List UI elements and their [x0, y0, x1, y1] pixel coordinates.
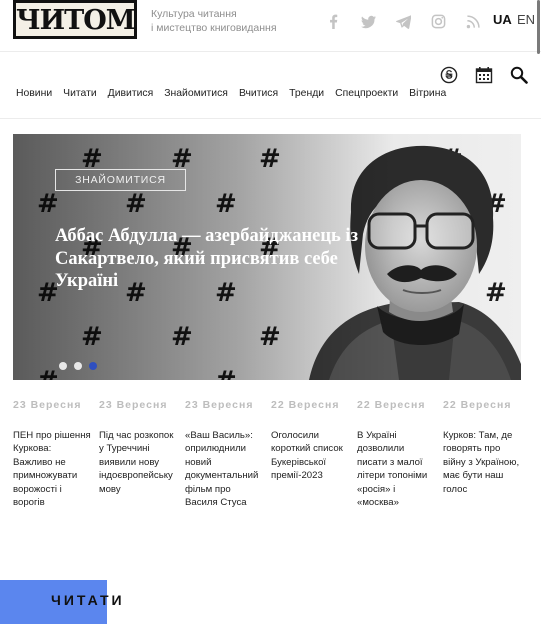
nav-item-showcase[interactable]: Вітрина: [409, 88, 446, 99]
hero-category-badge[interactable]: ЗНАЙОМИТИСЯ: [55, 169, 186, 191]
site-logo[interactable]: ЧИТОМО: [13, 0, 137, 39]
search-button[interactable]: [510, 66, 528, 84]
slider-dot-2[interactable]: [74, 362, 82, 370]
nav-item-learn[interactable]: Вчитися: [239, 88, 278, 99]
news-title[interactable]: Оголосили короткий список Букерівської п…: [271, 429, 357, 483]
news-item[interactable]: 22 Вересня В Україні дозволили писати з …: [357, 399, 443, 509]
telegram-link[interactable]: [386, 10, 421, 32]
news-date: 22 Вересня: [443, 399, 512, 411]
news-date: 23 Вересня: [99, 399, 168, 411]
telegram-icon: [396, 14, 411, 29]
news-date: 23 Вересня: [13, 399, 82, 411]
nav-item-meet[interactable]: Знайомитися: [164, 88, 228, 99]
logo-text: ЧИТОМО: [16, 5, 137, 36]
news-item[interactable]: 22 Вересня Курков: Там, де говорять про …: [443, 399, 529, 509]
nav-item-news[interactable]: Новини: [16, 88, 52, 99]
language-ua[interactable]: UA: [493, 12, 512, 27]
news-date: 23 Вересня: [185, 399, 254, 411]
tagline-line-1: Культура читання: [151, 8, 237, 20]
news-item[interactable]: 22 Вересня Оголосили короткий список Бук…: [271, 399, 357, 509]
scrollbar-thumb[interactable]: [537, 0, 540, 54]
slider-dot-3-active[interactable]: [89, 362, 97, 370]
news-title[interactable]: ПЕН про рішення Куркова: Важливо не прим…: [13, 429, 99, 509]
news-title[interactable]: «Ваш Василь»: оприлюднили новий документ…: [185, 429, 271, 509]
twitter-link[interactable]: [351, 10, 386, 32]
calendar-button[interactable]: [475, 66, 493, 84]
news-item[interactable]: 23 Вересня ПЕН про рішення Куркова: Важл…: [13, 399, 99, 509]
calendar-icon: [475, 67, 493, 84]
news-title[interactable]: Під час розкопок у Туреччині виявили нов…: [99, 429, 185, 496]
donate-button[interactable]: [440, 66, 458, 84]
tagline-line-2: і мистецтво книговидання: [151, 22, 277, 34]
slider-dot-1[interactable]: [59, 362, 67, 370]
news-item[interactable]: 23 Вересня «Ваш Василь»: оприлюднили нов…: [185, 399, 271, 509]
news-date: 22 Вересня: [357, 399, 426, 411]
news-item[interactable]: 23 Вересня Під час розкопок у Туреччині …: [99, 399, 185, 509]
logo-background: ЧИТОМО: [16, 3, 137, 36]
facebook-icon: [330, 14, 338, 29]
news-title[interactable]: Курков: Там, де говорять про війну з Укр…: [443, 429, 529, 496]
language-en[interactable]: EN: [517, 12, 535, 27]
rss-link[interactable]: [456, 10, 491, 32]
instagram-link[interactable]: [421, 10, 456, 32]
news-title[interactable]: В Україні дозволили писати з малої літер…: [357, 429, 443, 509]
section-title-read[interactable]: ЧИТАТИ: [51, 592, 125, 608]
rss-icon: [466, 14, 480, 28]
currency-icon: [440, 66, 458, 84]
slider-dots: [59, 362, 97, 370]
site-header: ЧИТОМО Культура читання і мистецтво книг…: [0, 0, 541, 52]
nav-item-trends[interactable]: Тренди: [289, 88, 324, 99]
instagram-icon: [431, 14, 446, 28]
social-links: [316, 10, 491, 32]
hero-title[interactable]: Аббас Абдулла — азербайджанець із Сакарт…: [55, 225, 375, 293]
search-icon: [510, 66, 528, 84]
header-tools: [440, 66, 528, 84]
nav-item-read[interactable]: Читати: [63, 88, 97, 99]
facebook-link[interactable]: [316, 10, 351, 32]
nav-item-special-projects[interactable]: Спецпроекти: [335, 88, 398, 99]
nav-item-watch[interactable]: Дивитися: [108, 88, 154, 99]
site-tagline: Культура читання і мистецтво книговиданн…: [151, 7, 291, 35]
news-date: 22 Вересня: [271, 399, 340, 411]
hero-slider[interactable]: # # # # # # # # # # # # # # # # # # # #: [13, 134, 521, 380]
latest-news: 23 Вересня ПЕН про рішення Куркова: Важл…: [13, 399, 533, 509]
twitter-icon: [361, 15, 376, 28]
main-navigation: Новини Читати Дивитися Знайомитися Вчити…: [16, 88, 457, 99]
nav-divider: [0, 118, 541, 119]
